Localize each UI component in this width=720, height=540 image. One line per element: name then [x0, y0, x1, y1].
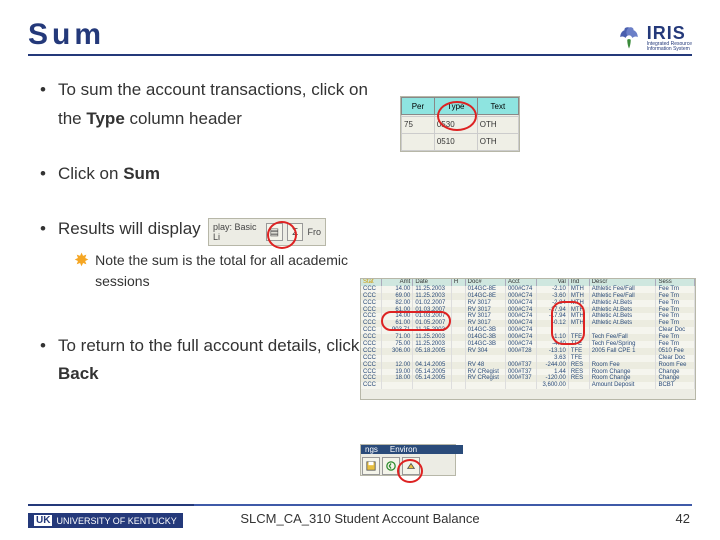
menu-item[interactable]: Environ	[390, 445, 417, 454]
grid-row: CCC71.0011.25.2003014GC-3B000#C74-1.10TF…	[361, 334, 695, 341]
screenshot-type-header: Per Type Text 750530OTH 0510OTH	[400, 96, 520, 152]
bullet-4-text-a: To return to the full account details, c…	[58, 336, 359, 355]
grid-row: CCC82.0001.02.2007RV 3017000#C74-2.84MTH…	[361, 300, 695, 307]
grid-row: CCC3,600.00Amount DepositBCBT	[361, 382, 695, 389]
bullet-2-bold: Sum	[123, 164, 160, 183]
screenshot-sum-toolbar: play: Basic Li ▤ Σ Fro	[208, 218, 326, 246]
bullet-2-text-a: Click on	[58, 164, 123, 183]
grid-row: CCC75.0011.25.2003014GC-3B000#C74-4.40TF…	[361, 341, 695, 348]
grid-header: Stat Amt Date H Doc# Acct Val Ind Descr …	[361, 279, 695, 286]
menu-item[interactable]: ngs	[365, 445, 378, 454]
col-per[interactable]: Per	[402, 98, 435, 115]
bullet-1: To sum the account transactions, click o…	[44, 76, 388, 134]
iris-logo-text: IRIS	[647, 24, 692, 42]
note-text: Note the sum is the total for all academ…	[95, 250, 368, 292]
footer-divider	[28, 504, 692, 506]
screenshot-results-grid: Stat Amt Date H Doc# Acct Val Ind Descr …	[360, 278, 696, 400]
bullet-1-text-c: column header	[125, 109, 242, 128]
bullet-4: To return to the full account details, c…	[44, 332, 368, 390]
iris-flower-icon	[615, 24, 643, 52]
grid-row: CCC18.0005.14.2005RV CRegist000#T37-120.…	[361, 375, 695, 382]
grid-row: CCC19.0005.14.2005RV CRegist000#T371.44R…	[361, 369, 695, 376]
grid-row: CCC14.0011.25.2003014GC-8E000#C74-2.10MT…	[361, 286, 695, 293]
grid-row: CCC69.0011.25.2003014GC-8E000#C74-3.60MT…	[361, 293, 695, 300]
page-number: 42	[676, 511, 690, 526]
highlight-circle-icon	[437, 101, 477, 131]
title-row: Sum IRIS Integrated Resource Information…	[28, 18, 692, 56]
bullet-1-bold: Type	[86, 109, 124, 128]
highlight-circle-icon	[551, 301, 585, 345]
col-text[interactable]: Text	[477, 98, 518, 115]
screenshot-back-toolbar: ngs Environ	[360, 444, 456, 476]
toolbar-label-left: play: Basic Li	[213, 222, 262, 242]
bullet-2: Click on Sum	[44, 160, 692, 189]
grid-row: CCC12.0004.14.2005RV 48000#T37-244.00RES…	[361, 362, 695, 369]
menu-bar: ngs Environ	[361, 445, 463, 454]
highlight-circle-icon	[381, 311, 451, 331]
iris-logo: IRIS Integrated Resource Information Sys…	[615, 24, 692, 52]
bullet-3-text: Results will display	[58, 219, 201, 238]
star-icon: ✸	[74, 251, 89, 269]
highlight-circle-icon	[397, 459, 423, 483]
page-title: Sum	[28, 18, 105, 52]
grid-row: CCC306.0005.18.2005RV 304000#T28-13.10TF…	[361, 348, 695, 355]
footer-title: SLCM_CA_310 Student Account Balance	[0, 511, 720, 526]
bullet-4-bold: Back	[58, 364, 99, 383]
note-row: ✸ Note the sum is the total for all acad…	[74, 250, 368, 292]
grid-row: CCC3.63TFEClear Doc	[361, 355, 695, 362]
save-icon[interactable]	[362, 457, 380, 475]
toolbar-label-right: Fro	[307, 227, 321, 237]
iris-logo-sub2: Information System	[647, 47, 692, 52]
highlight-circle-icon	[267, 221, 297, 249]
